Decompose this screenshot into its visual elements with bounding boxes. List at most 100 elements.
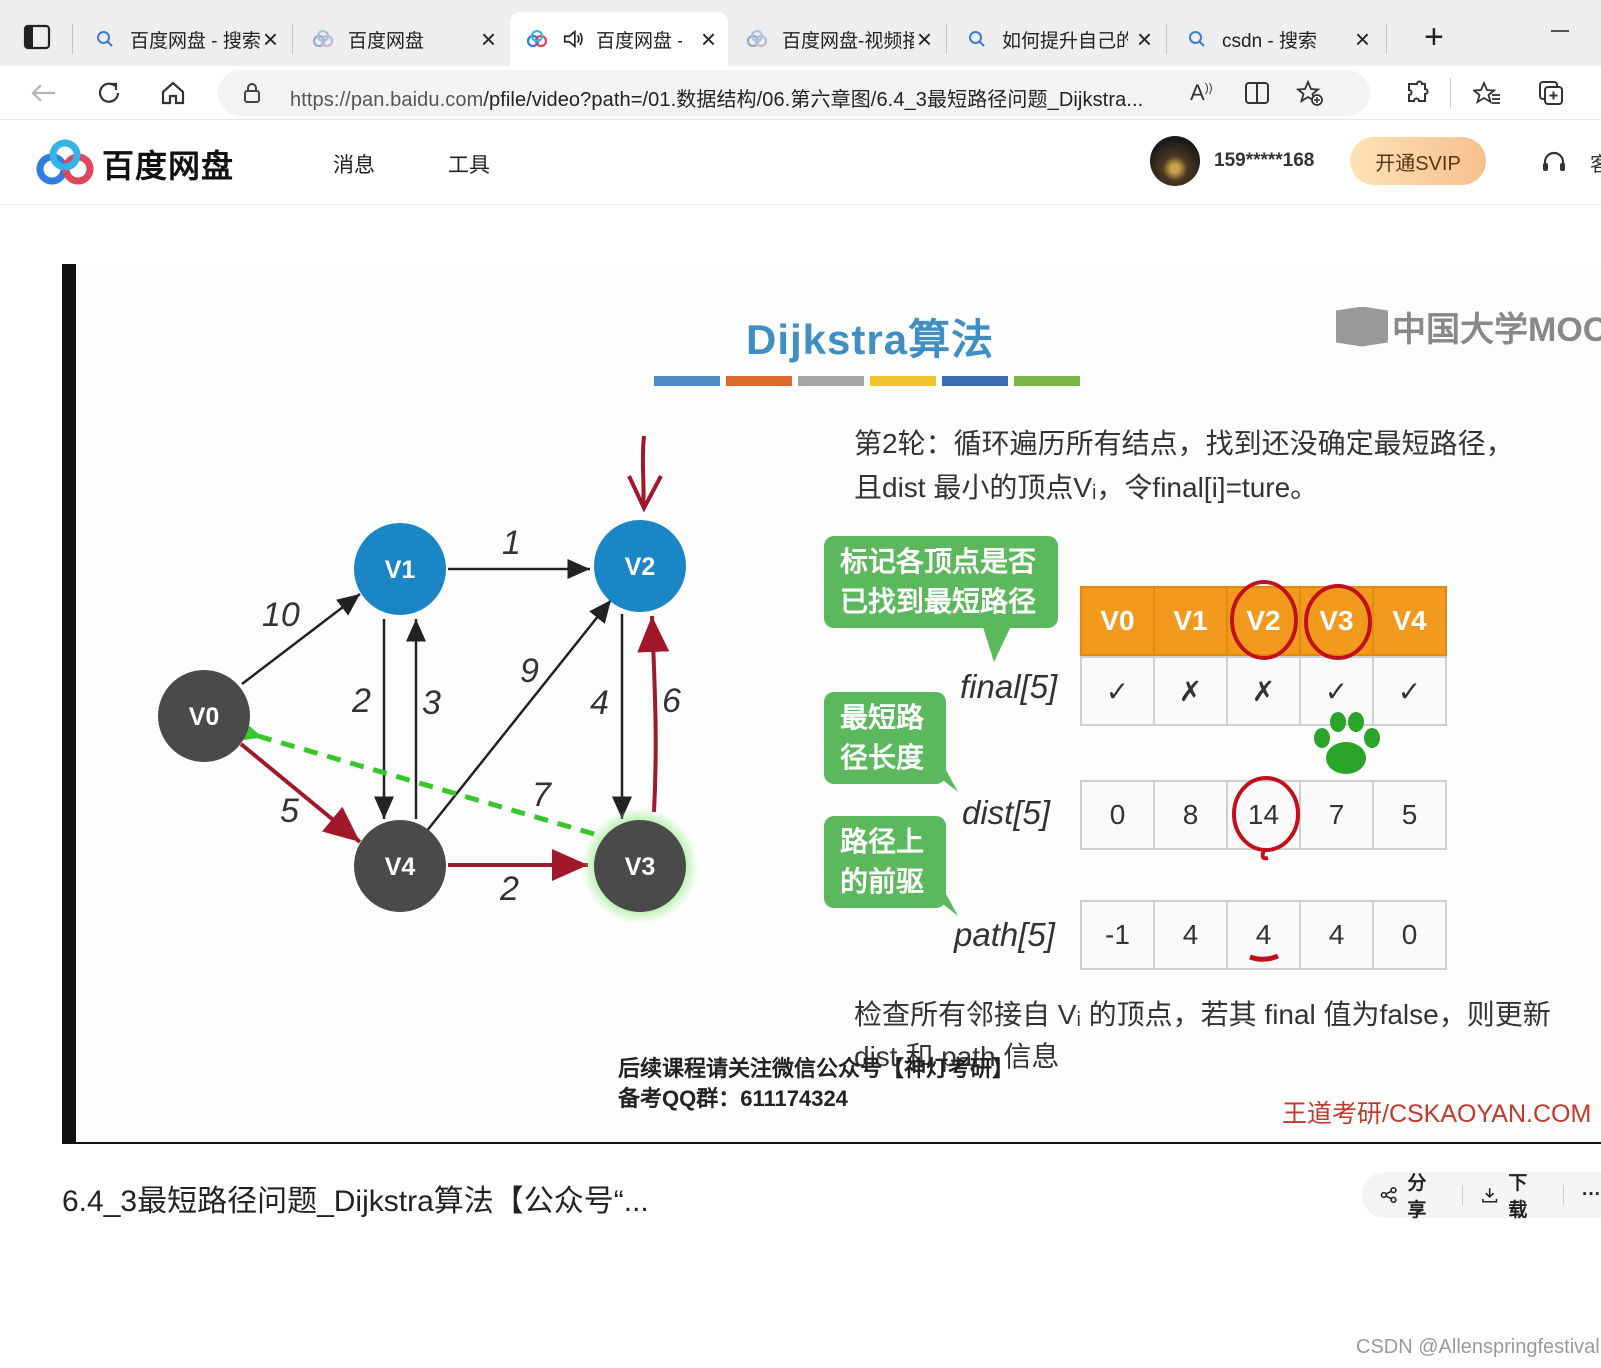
final-label: final[5] xyxy=(960,668,1058,705)
back-button[interactable] xyxy=(26,76,60,110)
download-button[interactable]: 下载 xyxy=(1463,1168,1545,1222)
weight-label: 9 xyxy=(520,652,539,690)
tab-baidu-video[interactable]: 百度网盘-视频播 × xyxy=(730,12,944,66)
download-label: 下载 xyxy=(1508,1173,1528,1221)
node-label: V2 xyxy=(625,553,656,581)
video-player[interactable]: Dijkstra算法 中国大学MOOC 第2轮：循环遍历所有结点，找到还没确定最… xyxy=(62,264,1601,1144)
slide-credit: 王道考研/CSKAOYAN.COM xyxy=(1282,1100,1592,1128)
weight-label: 1 xyxy=(502,524,521,562)
toolbar-separator xyxy=(1450,78,1451,108)
speaker-icon[interactable] xyxy=(562,28,584,50)
tab-separator xyxy=(72,24,73,54)
tab-strip: 百度网盘 - 搜索 × 百度网盘 × 百度网盘 - × 百度网盘-视频播 × 如… xyxy=(0,0,1601,66)
node-label: V1 xyxy=(385,556,416,584)
download-icon xyxy=(1482,1188,1498,1203)
node-label: V0 xyxy=(189,703,220,731)
color-bar xyxy=(942,376,1008,386)
tab-separator xyxy=(292,24,293,54)
tab-csdn-search[interactable]: csdn - 搜索 × xyxy=(1170,12,1382,66)
bubble-path-note: 路径上的前驱 xyxy=(824,816,946,908)
header-cut-text[interactable]: 客 xyxy=(1590,148,1601,177)
notice-line: 后续课程请关注微信公众号【神灯考研】 xyxy=(618,1056,1015,1081)
tab-separator xyxy=(1166,24,1167,54)
main-content: Dijkstra算法 中国大学MOOC 第2轮：循环遍历所有结点，找到还没确定最… xyxy=(0,206,1601,1368)
add-favorite-icon[interactable] xyxy=(1295,79,1324,112)
step-description: 第2轮：循环遍历所有结点，找到还没确定最短路径，且dist 最小的顶点Vᵢ，令f… xyxy=(854,428,1514,503)
tab-separator xyxy=(1386,24,1387,54)
bubble-dist-note: 最短路径长度 xyxy=(824,692,946,784)
url-text[interactable]: https://pan.baidu.com/pfile/video?path=/… xyxy=(290,83,1143,112)
more-label: ··· xyxy=(1582,1184,1601,1205)
color-bar xyxy=(870,376,936,386)
new-tab-button[interactable]: + xyxy=(1424,20,1444,54)
close-icon[interactable]: × xyxy=(263,26,278,52)
color-bar xyxy=(654,376,720,386)
weight-label: 6 xyxy=(662,682,681,720)
tab-label: csdn - 搜索 xyxy=(1222,30,1318,52)
close-icon[interactable]: × xyxy=(701,26,716,52)
baidu-cloud-icon xyxy=(746,28,768,50)
tab-label: 百度网盘 xyxy=(348,30,425,52)
avatar[interactable] xyxy=(1150,136,1200,186)
favorites-icon[interactable] xyxy=(1470,76,1504,110)
circle-v3-mark xyxy=(1304,584,1372,660)
close-icon[interactable]: × xyxy=(481,26,496,52)
color-bar xyxy=(1014,376,1080,386)
bubble-tail xyxy=(930,894,958,916)
course-notice: 后续课程请关注微信公众号【神灯考研】 备考QQ群：611174324 xyxy=(618,1054,1014,1114)
header-cell: V0 xyxy=(1080,586,1155,656)
read-aloud-icon[interactable]: A)) xyxy=(1190,80,1213,106)
tab-baidu-search[interactable]: 百度网盘 - 搜索 × xyxy=(78,12,290,66)
video-actions: 分享 下载 ··· xyxy=(1362,1172,1601,1221)
dist-label: dist[5] xyxy=(962,794,1051,831)
nav-messages[interactable]: 消息 xyxy=(333,149,375,179)
search-icon xyxy=(966,28,988,50)
bubble-tail xyxy=(982,624,1012,662)
split-screen-icon[interactable] xyxy=(1244,81,1270,110)
tab-actions-icon[interactable] xyxy=(22,22,52,52)
baidu-pan-logo[interactable] xyxy=(36,139,96,187)
tab-baidu-pan[interactable]: 百度网盘 × xyxy=(296,12,508,66)
tab-separator xyxy=(946,24,947,54)
weight-label: 2 xyxy=(351,682,371,720)
bubble-tail xyxy=(930,770,958,792)
more-button[interactable]: ··· xyxy=(1564,1184,1601,1206)
username[interactable]: 159*****168 xyxy=(1214,150,1314,172)
circle-v2-mark xyxy=(1230,580,1298,660)
headset-icon[interactable] xyxy=(1540,149,1568,177)
mooc-text: 中国大学MOOC xyxy=(1392,311,1601,349)
dist-cell: 0 xyxy=(1080,780,1155,850)
baidu-cloud-icon xyxy=(312,28,334,50)
weight-label: 2 xyxy=(499,870,519,908)
weight-label: 3 xyxy=(422,684,441,722)
lock-icon[interactable] xyxy=(242,82,262,109)
red-annotations xyxy=(1230,580,1372,962)
extensions-icon[interactable] xyxy=(1400,76,1434,110)
tab-improve-search[interactable]: 如何提升自己的 × xyxy=(950,12,1164,66)
url-host: https://pan.baidu.com xyxy=(290,89,484,111)
tab-baidu-pan-active[interactable]: 百度网盘 - × xyxy=(510,12,728,66)
minimize-button[interactable] xyxy=(1551,30,1569,32)
weight-label: 10 xyxy=(262,596,300,634)
tab-label: 百度网盘-视频播 xyxy=(782,30,914,52)
nav-tools[interactable]: 工具 xyxy=(448,149,490,179)
circle-dist-mark xyxy=(1232,776,1300,852)
address-bar[interactable]: https://pan.baidu.com/pfile/video?path=/… xyxy=(218,70,1370,116)
share-button[interactable]: 分享 xyxy=(1362,1168,1444,1222)
home-button[interactable] xyxy=(156,76,190,110)
svip-button[interactable]: 开通SVIP xyxy=(1350,137,1486,185)
brand-name: 百度网盘 xyxy=(102,148,235,184)
refresh-button[interactable] xyxy=(92,76,126,110)
site-header: 百度网盘 消息 工具 159*****168 开通SVIP 客 xyxy=(0,121,1601,205)
close-icon[interactable]: × xyxy=(1137,26,1152,52)
mooc-book-icon xyxy=(1336,306,1388,347)
video-title: 6.4_3最短路径问题_Dijkstra算法【公众号“... xyxy=(62,1185,649,1218)
close-icon[interactable]: × xyxy=(917,26,932,52)
color-bar xyxy=(726,376,792,386)
tab-label: 如何提升自己的 xyxy=(1002,30,1128,52)
title-color-bars-top xyxy=(654,376,1080,386)
weight-label: 4 xyxy=(590,684,609,722)
weight-label: 5 xyxy=(280,792,299,830)
collections-icon[interactable] xyxy=(1534,76,1568,110)
close-icon[interactable]: × xyxy=(1355,26,1370,52)
